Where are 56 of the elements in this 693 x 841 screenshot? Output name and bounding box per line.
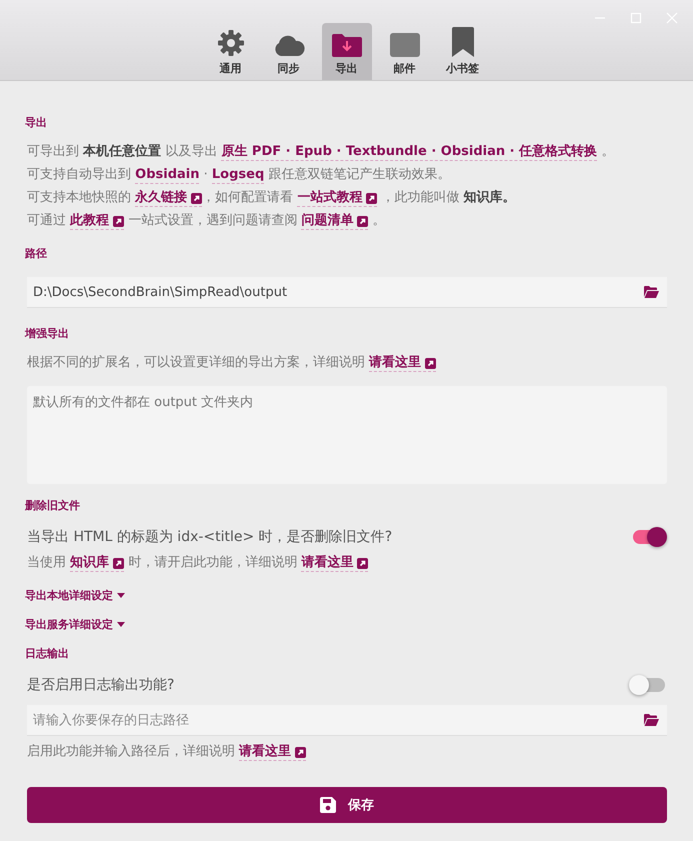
description-text: 启用此功能并输入路径后，详细说明 请看这里	[27, 740, 667, 763]
description-text: 可导出到 本机任意位置 以及导出 原生 PDF · Epub · Textbundle · Obsidian · 任意格式转换 。	[27, 142, 616, 163]
folder-download-icon	[332, 33, 362, 57]
toggle-switch[interactable]	[633, 530, 665, 544]
text-area[interactable]: 默认所有的文件都在 output 文件夹内	[27, 386, 667, 484]
folder-icon[interactable]	[644, 286, 659, 298]
toggle-label: 当导出 HTML 的标题为 idx-<title> 时，是否删除旧文件?	[27, 528, 392, 546]
external-link-icon	[366, 192, 378, 204]
path-field[interactable]: 请输入你要保存的日志路径	[27, 705, 667, 736]
folder-icon[interactable]	[644, 714, 659, 726]
save-icon	[320, 797, 336, 813]
external-link-icon	[113, 216, 124, 226]
gear-icon	[216, 29, 244, 57]
description-text: 可通过 此教程 一站式设置，遇到问题请查阅 问题清单 。	[27, 212, 387, 232]
link[interactable]: 知识库	[70, 555, 124, 572]
external-link-icon	[357, 216, 368, 226]
section-title: 删除旧文件	[25, 498, 81, 513]
caret-icon	[117, 622, 125, 627]
tab[interactable]: 小书签	[438, 23, 488, 80]
external-link-icon	[191, 192, 202, 204]
cloud-icon	[272, 33, 304, 57]
save-button[interactable]: 保存	[27, 787, 667, 823]
expand-toggle[interactable]: 导出本地详细设定	[25, 588, 125, 603]
description-text: 可支持自动导出到 Obsidain · Logseq 跟任意双链笔记产生联动效果。	[27, 166, 452, 186]
link[interactable]: Obsidain	[135, 167, 200, 184]
section-title: 日志输出	[25, 646, 70, 661]
close-icon[interactable]	[665, 11, 679, 25]
link[interactable]: 请看这里	[301, 555, 368, 572]
external-link-icon	[357, 558, 368, 568]
link[interactable]: 此教程	[70, 213, 124, 230]
description-text: 根据不同的扩展名，可以设置更详细的导出方案，详细说明 请看这里	[27, 351, 667, 374]
tab[interactable]: 同步	[264, 23, 314, 80]
caret-icon	[117, 593, 125, 598]
link[interactable]: 永久链接	[135, 190, 202, 207]
description-text: 可支持本地快照的 永久链接 ，如何配置请看 一站式教程 ，此功能叫做 知识库。	[27, 188, 517, 209]
external-link-icon	[295, 746, 306, 758]
bookmark-icon	[452, 27, 474, 57]
link[interactable]: 请看这里	[369, 355, 436, 372]
section-title: 增强导出	[25, 326, 70, 341]
external-link-icon	[113, 558, 124, 568]
tab[interactable]: 导出	[322, 23, 372, 80]
link[interactable]: 问题清单	[301, 213, 368, 230]
description-text: 当使用 知识库 时，请开启此功能，详细说明 请看这里	[27, 551, 667, 574]
path-field[interactable]: D:\Docs\SecondBrain\SimpRead\output	[27, 277, 667, 308]
section-title: 导出	[25, 115, 48, 130]
expand-toggle[interactable]: 导出服务详细设定	[25, 617, 125, 632]
tab[interactable]: 邮件	[380, 23, 430, 80]
maximize-icon[interactable]	[629, 11, 643, 25]
section-title: 路径	[25, 246, 48, 261]
link[interactable]: Logseq	[212, 167, 264, 184]
external-link-icon	[425, 358, 436, 368]
link[interactable]: 原生 PDF · Epub · Textbundle · Obsidian · 任意格式转换	[221, 144, 598, 161]
link[interactable]: 一站式教程	[297, 190, 378, 207]
toggle-label: 是否启用日志输出功能?	[27, 676, 174, 694]
link[interactable]: 请看这里	[239, 744, 306, 761]
tab[interactable]: 通用	[206, 23, 256, 80]
